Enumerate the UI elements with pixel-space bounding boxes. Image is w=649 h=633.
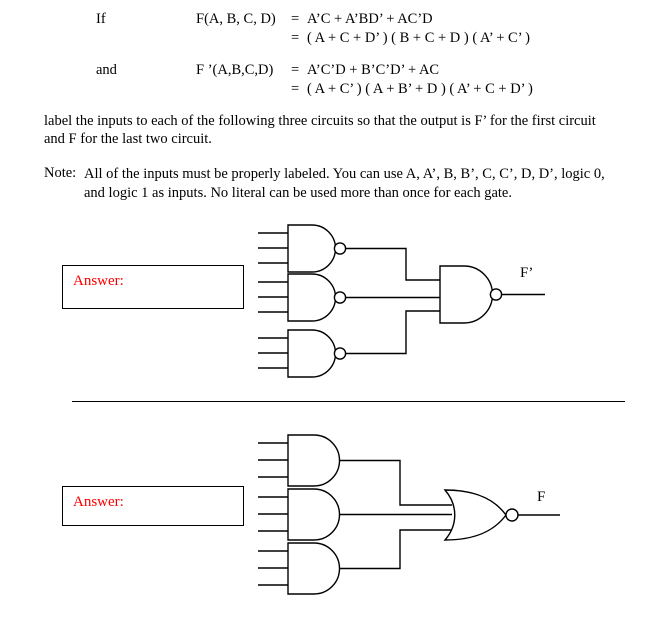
answer-label-circuit-2: Answer: xyxy=(73,494,124,510)
answer-box-circuit-2[interactable]: Answer: xyxy=(62,486,244,526)
nand-gate-1-circuit-1 xyxy=(258,224,347,273)
interconnect-wires-circuit-1 xyxy=(346,247,440,355)
expression-f-sop: A’C + A’BD’ + AC’D xyxy=(307,11,433,27)
output-label-circuit-1: F’ xyxy=(520,265,534,281)
function-name-f-prime: F ’(A,B,C,D) xyxy=(196,62,274,78)
if-keyword: If xyxy=(96,11,106,27)
section-divider xyxy=(72,401,625,402)
and-gate-2-circuit-2 xyxy=(258,488,341,541)
nand-gate-2-circuit-1 xyxy=(258,273,347,322)
output-label-circuit-2: F xyxy=(537,489,546,505)
expression-f-prime-sop: A’C’D + B’C’D’ + AC xyxy=(307,62,440,78)
and-gate-3-circuit-2 xyxy=(258,542,341,595)
function-name-f: F(A, B, C, D) xyxy=(196,11,276,27)
and-keyword: and xyxy=(96,62,117,78)
expression-f-prime-pos: ( A + C’ ) ( A + B’ + D ) ( A’ + C + D’ … xyxy=(307,81,533,97)
answer-box-circuit-1[interactable]: Answer: xyxy=(62,265,244,309)
answer-label-circuit-1: Answer: xyxy=(73,273,124,289)
interconnect-wires-circuit-2 xyxy=(340,459,452,570)
equals-sign-2: = xyxy=(291,30,300,46)
equals-sign-1: = xyxy=(291,11,300,27)
and-gate-1-circuit-2 xyxy=(258,434,341,487)
note-label: Note: xyxy=(44,165,77,181)
equals-sign-3: = xyxy=(291,62,300,78)
instruction-line-1: label the inputs to each of the followin… xyxy=(44,113,596,129)
note-text: All of the inputs must be properly label… xyxy=(84,166,605,201)
equals-sign-4: = xyxy=(291,81,300,97)
nand-gate-3-circuit-1 xyxy=(258,329,347,378)
expression-f-pos: ( A + C + D’ ) ( B + C + D ) ( A’ + C’ ) xyxy=(307,30,530,46)
instruction-line-2: and F for the last two circuit. xyxy=(44,131,212,147)
